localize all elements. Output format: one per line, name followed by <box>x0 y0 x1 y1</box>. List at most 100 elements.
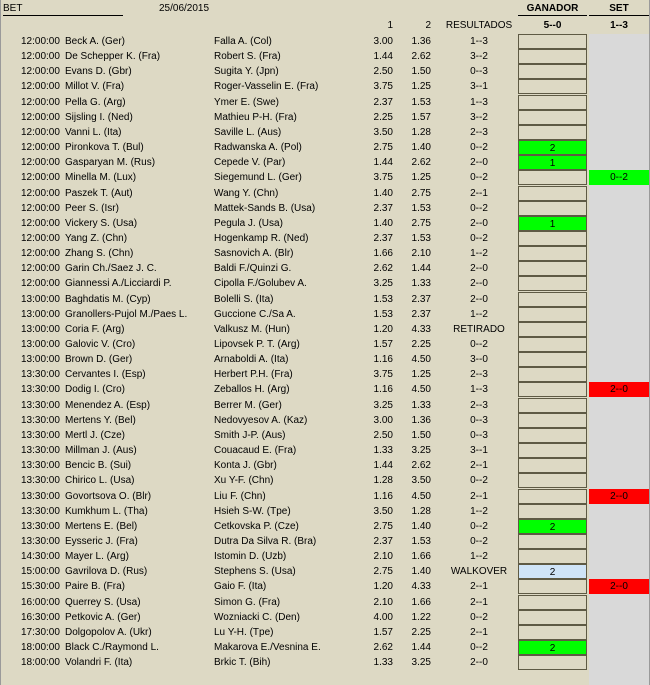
set-cell[interactable] <box>589 140 649 155</box>
set-cell[interactable] <box>589 655 649 670</box>
table-row: 13:00:00 Coria F. (Arg) Valkusz M. (Hun) 1.… <box>1 321 649 337</box>
ganador-cell[interactable] <box>518 427 587 443</box>
ganador-cell[interactable] <box>518 367 587 383</box>
set-cell[interactable] <box>589 367 649 382</box>
set-cell[interactable] <box>589 473 649 488</box>
set-cell[interactable] <box>589 307 649 322</box>
set-cell[interactable] <box>589 504 649 519</box>
set-cell[interactable]: 2--0 <box>589 488 649 504</box>
ganador-cell[interactable] <box>518 655 587 671</box>
odds-player2: 1.33 <box>411 399 431 411</box>
ganador-cell[interactable] <box>518 579 587 595</box>
set-cell[interactable] <box>589 110 649 125</box>
set-cell[interactable] <box>589 216 649 231</box>
ganador-cell[interactable] <box>518 291 587 307</box>
ganador-cell[interactable] <box>518 185 587 201</box>
ganador-cell[interactable] <box>518 109 587 125</box>
ganador-cell[interactable] <box>518 261 587 277</box>
result-cell: 2--0 <box>470 157 488 169</box>
set-cell[interactable] <box>589 246 649 261</box>
ganador-cell[interactable] <box>518 79 587 95</box>
set-cell[interactable] <box>589 519 649 534</box>
ganador-cell[interactable] <box>518 503 587 519</box>
ganador-cell[interactable] <box>518 34 587 49</box>
set-cell[interactable] <box>589 276 649 291</box>
set-cell[interactable] <box>589 292 649 307</box>
ganador-cell[interactable] <box>518 306 587 322</box>
ganador-cell[interactable] <box>518 94 587 110</box>
set-cell[interactable] <box>589 625 649 640</box>
set-cell[interactable] <box>589 125 649 140</box>
set-cell[interactable] <box>589 352 649 367</box>
set-cell[interactable] <box>589 595 649 610</box>
player1-name: Pella G. (Arg) <box>65 96 126 108</box>
set-cell[interactable] <box>589 413 649 428</box>
set-cell[interactable] <box>589 231 649 246</box>
ganador-cell[interactable] <box>518 337 587 352</box>
set-cell[interactable] <box>589 34 649 49</box>
ganador-cell[interactable] <box>518 624 587 640</box>
set-score: 1--3 <box>610 20 628 31</box>
ganador-cell[interactable] <box>518 458 587 474</box>
player1-name: Kumkhum L. (Tha) <box>65 505 148 517</box>
result-cell: 3--0 <box>470 354 488 366</box>
ganador-cell[interactable] <box>518 412 587 428</box>
ganador-cell[interactable]: 2 <box>518 640 587 655</box>
player1-name: Black C./Raymond L. <box>65 642 159 653</box>
result-cell: 0--2 <box>470 172 488 184</box>
ganador-cell[interactable] <box>518 488 587 504</box>
set-cell[interactable] <box>589 428 649 443</box>
set-cell[interactable] <box>589 549 649 564</box>
ganador-cell[interactable] <box>518 170 587 186</box>
set-cell[interactable] <box>589 610 649 625</box>
set-cell[interactable]: 0--2 <box>589 170 649 186</box>
set-cell[interactable] <box>589 64 649 79</box>
ganador-cell[interactable] <box>518 443 587 459</box>
set-cell[interactable] <box>589 443 649 458</box>
table-row: 16:00:00 Querrey S. (Usa) Simon G. (Fra) 2.… <box>1 594 649 610</box>
ganador-cell[interactable] <box>518 533 587 549</box>
set-cell[interactable] <box>589 201 649 216</box>
ganador-cell[interactable]: 2 <box>518 518 587 534</box>
ganador-cell[interactable] <box>518 200 587 216</box>
ganador-cell[interactable] <box>518 230 587 246</box>
ganador-cell[interactable]: 1 <box>518 155 587 171</box>
set-cell[interactable]: 2--0 <box>589 382 649 398</box>
ganador-cell[interactable] <box>518 594 587 610</box>
set-cell[interactable] <box>589 261 649 276</box>
table-row: 13:30:00 Cervantes I. (Esp) Herbert P.H. (… <box>1 367 649 383</box>
ganador-cell[interactable] <box>518 609 587 625</box>
match-time: 12:00:00 <box>21 217 60 229</box>
set-cell[interactable]: 2--0 <box>589 579 649 595</box>
ganador-cell[interactable]: 1 <box>518 215 587 231</box>
table-row: 16:30:00 Petkovic A. (Ger) Wozniacki C. (D… <box>1 609 649 625</box>
set-cell[interactable] <box>589 79 649 94</box>
set-cell[interactable] <box>589 155 649 170</box>
ganador-cell[interactable] <box>518 124 587 140</box>
odds-player1: 2.37 <box>373 535 393 547</box>
ganador-cell[interactable] <box>518 276 587 292</box>
set-cell[interactable] <box>589 458 649 473</box>
ganador-cell[interactable] <box>518 352 587 368</box>
ganador-cell[interactable] <box>518 382 587 398</box>
ganador-cell[interactable]: 2 <box>518 564 587 580</box>
ganador-cell[interactable] <box>518 321 587 337</box>
ganador-cell[interactable] <box>518 49 587 65</box>
set-cell[interactable] <box>589 95 649 110</box>
set-cell[interactable] <box>589 534 649 549</box>
set-cell[interactable] <box>589 398 649 413</box>
player2-name: Siegemund L. (Ger) <box>214 172 302 184</box>
ganador-cell[interactable] <box>518 246 587 262</box>
ganador-cell[interactable] <box>518 549 587 565</box>
set-cell[interactable] <box>589 186 649 201</box>
set-cell[interactable] <box>589 640 649 655</box>
set-cell[interactable] <box>589 337 649 352</box>
set-cell[interactable] <box>589 322 649 337</box>
ganador-cell[interactable] <box>518 473 587 489</box>
table-row: 12:00:00 Evans D. (Gbr) Sugita Y. (Jpn) 2.5… <box>1 64 649 80</box>
ganador-cell[interactable]: 2 <box>518 140 587 156</box>
ganador-cell[interactable] <box>518 64 587 80</box>
ganador-cell[interactable] <box>518 397 587 413</box>
set-cell[interactable] <box>589 49 649 64</box>
set-cell[interactable] <box>589 564 649 579</box>
